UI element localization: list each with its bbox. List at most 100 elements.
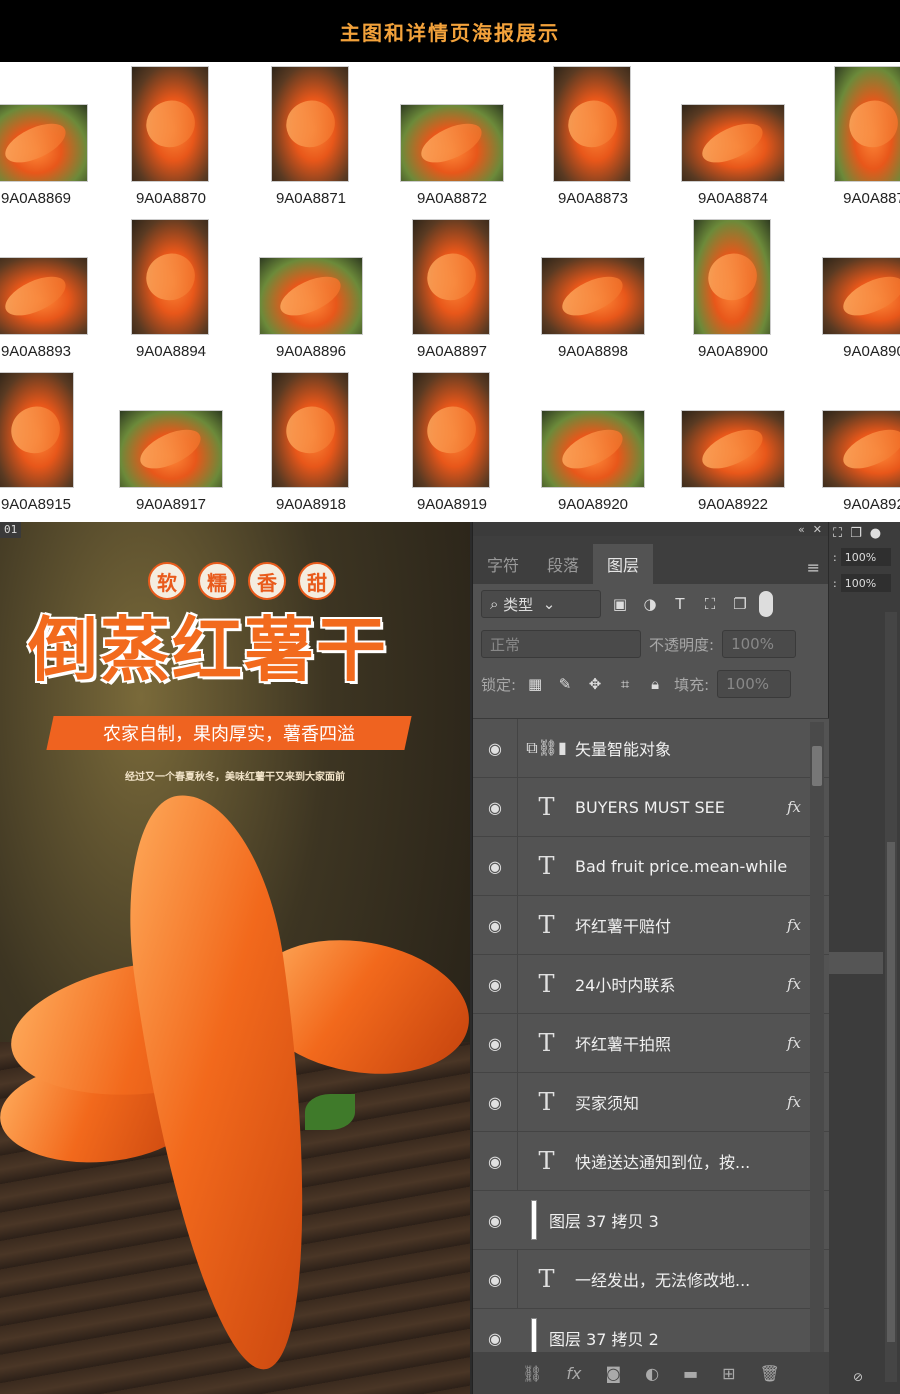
pixel-filter-icon[interactable]: ▣ [609, 593, 631, 615]
layer-row[interactable]: ◉ 图层 37 拷贝 3 [473, 1191, 829, 1250]
layer-effects-icon[interactable]: fx [787, 1034, 809, 1052]
strip-fill-field[interactable]: 100% [840, 574, 891, 592]
collapse-icon[interactable]: « [798, 523, 805, 536]
visibility-eye-icon[interactable]: ◉ [473, 1270, 517, 1289]
lock-all-icon[interactable]: 🔒︎ [644, 673, 666, 695]
thumbnail-item[interactable]: 9A0A8898 [533, 215, 653, 365]
lock-paint-icon[interactable]: ✎ [554, 673, 576, 695]
link-layers-icon[interactable]: ⛓ [522, 1364, 542, 1383]
layer-effects-icon[interactable]: fx [787, 975, 809, 993]
visibility-eye-icon[interactable]: ◉ [473, 1211, 517, 1230]
layer-row[interactable]: ◉ ⧉⛓▮ 矢量智能对象 [473, 719, 829, 778]
visibility-eye-icon[interactable]: ◉ [473, 857, 517, 876]
thumbnail-item[interactable]: 9A0A8920 [533, 368, 653, 518]
lock-artboard-icon[interactable]: ⌗ [614, 673, 636, 695]
visibility-eye-icon[interactable]: ◉ [473, 798, 517, 817]
thumbnail-item[interactable]: 9A0A8900 [673, 215, 793, 365]
layer-row[interactable]: ◉T坏红薯干拍照fx⌄ [473, 1013, 829, 1073]
delete-layer-icon[interactable]: 🗑︎ [760, 1364, 780, 1383]
visibility-eye-icon[interactable]: ◉ [473, 916, 517, 935]
workspace: 01 软 糯 香 甜 倒蒸红薯干 农家自制，果肉厚实，薯香四溢 经过又一个春夏秋… [0, 522, 900, 1394]
layer-row[interactable]: ◉ T 快递送达通知到位，按... [473, 1131, 829, 1191]
layer-effects-icon[interactable]: fx [787, 1093, 809, 1111]
thumbnail-image [119, 410, 223, 488]
layer-row[interactable]: ◉TBUYERS MUST SEEfx⌄ [473, 777, 829, 837]
thumbnail-image [259, 257, 363, 335]
visibility-eye-icon[interactable]: ◉ [473, 1329, 517, 1348]
thumbnail-item[interactable]: 9A0A8894 [111, 215, 231, 365]
new-layer-icon[interactable]: ⊞ [722, 1364, 735, 1383]
lock-transparent-icon[interactable]: ▦ [524, 673, 546, 695]
banner-text: 农家自制，果肉厚实，薯香四溢 [103, 724, 355, 745]
layer-row[interactable]: ◉T24小时内联系fx⌄ [473, 954, 829, 1014]
layer-row[interactable]: ◉T坏红薯干赔付fx⌄ [473, 895, 829, 955]
thumbnail-item[interactable]: 9A0A8871 [251, 62, 371, 212]
thumbnail-item[interactable]: 9A0A8919 [392, 368, 512, 518]
strip-link-icon[interactable]: ⊘ [853, 1370, 863, 1384]
thumbnail-item[interactable]: 9A0A8870 [111, 62, 231, 212]
thumbnail-item[interactable]: 9A0A8915 [0, 368, 96, 518]
thumbnail-item[interactable]: 9A0A890 [814, 215, 900, 365]
smart-object-filter-icon[interactable]: ❐ [729, 593, 751, 615]
visibility-eye-icon[interactable]: ◉ [473, 1034, 517, 1053]
document-tab[interactable]: 01 [0, 522, 22, 538]
layer-effects-icon[interactable]: fx [787, 916, 809, 934]
strip-scrollbar-thumb[interactable] [887, 842, 895, 1342]
shape-filter-icon[interactable]: ⛶ [699, 593, 721, 615]
visibility-eye-icon[interactable]: ◉ [473, 975, 517, 994]
adjustment-layer-icon[interactable]: ◐ [645, 1364, 659, 1383]
layers-panel: « ✕ 字符 段落 图层 ≡ ⌕ 类型 ⌄ ▣ ◑ T ⛶ ❐ 正常 不透明度: 10… [472, 522, 829, 1394]
thumbnail-item[interactable]: 9A0A8896 [251, 215, 371, 365]
layer-row[interactable]: ◉ 图层 37 拷贝 2 [473, 1309, 829, 1352]
filter-kind-select[interactable]: ⌕ 类型 ⌄ [481, 590, 601, 618]
visibility-eye-icon[interactable]: ◉ [473, 1152, 517, 1171]
thumbnail-item[interactable]: 9A0A8874 [673, 62, 793, 212]
layer-row[interactable]: ◉ T Bad fruit price.mean-while [473, 836, 829, 896]
tab-0[interactable]: 字符 [473, 544, 533, 584]
adjustment-filter-icon[interactable]: ◑ [639, 593, 661, 615]
header-title: 主图和详情页海报展示 [340, 20, 560, 45]
panel-menu-icon[interactable]: ≡ [807, 558, 820, 577]
thumbnail-image [681, 104, 785, 182]
lock-label: 锁定: [481, 675, 517, 694]
thumbnail-item[interactable]: 9A0A8873 [533, 62, 653, 212]
blend-mode-select[interactable]: 正常 [481, 630, 641, 658]
thumbnail-item[interactable]: 9A0A887 [814, 62, 900, 212]
type-filter-icon[interactable]: T [669, 593, 691, 615]
new-group-icon[interactable]: ▬ [683, 1364, 698, 1383]
thumbnail-item[interactable]: 9A0A8872 [392, 62, 512, 212]
close-icon[interactable]: ✕ [813, 523, 822, 536]
layer-row[interactable]: ◉T买家须知fx⌄ [473, 1072, 829, 1132]
layers-scrollbar[interactable] [810, 722, 824, 1352]
scrollbar-thumb[interactable] [812, 746, 822, 786]
tab-2[interactable]: 图层 [593, 544, 654, 584]
copy-icon[interactable]: ❐ [850, 526, 862, 541]
tab-1[interactable]: 段落 [533, 544, 593, 584]
lock-position-icon[interactable]: ✥ [584, 673, 606, 695]
add-style-icon[interactable]: fx [566, 1364, 581, 1383]
strip-selected-row[interactable] [829, 952, 883, 974]
opacity-field[interactable]: 100% [722, 630, 797, 658]
visibility-eye-icon[interactable]: ◉ [473, 1093, 517, 1112]
thumbnail-item[interactable]: 9A0A8917 [111, 368, 231, 518]
layer-row[interactable]: ◉ T 一经发出，无法修改地... [473, 1249, 829, 1309]
toggle-icon[interactable]: ● [870, 526, 881, 541]
transform-icon[interactable]: ⛶ [833, 526, 842, 541]
thumbnail-item[interactable]: 9A0A8869 [0, 62, 96, 212]
thumbnail-image [834, 66, 900, 182]
filter-row: ⌕ 类型 ⌄ ▣ ◑ T ⛶ ❐ [473, 584, 828, 624]
thumbnail-item[interactable]: 9A0A892 [814, 368, 900, 518]
thumbnail-image [412, 219, 490, 335]
thumbnail-item[interactable]: 9A0A8893 [0, 215, 96, 365]
add-mask-icon[interactable]: ◙ [606, 1364, 622, 1383]
filter-toggle[interactable] [759, 591, 773, 617]
layer-effects-icon[interactable]: fx [787, 798, 809, 816]
strip-opacity-field[interactable]: 100% [840, 548, 891, 566]
thumbnail-item[interactable]: 9A0A8922 [673, 368, 793, 518]
text-layer-icon: T [517, 1013, 575, 1073]
thumbnail-item[interactable]: 9A0A8897 [392, 215, 512, 365]
visibility-eye-icon[interactable]: ◉ [473, 739, 517, 758]
fill-field[interactable]: 100% [717, 670, 792, 698]
thumbnail-item[interactable]: 9A0A8918 [251, 368, 371, 518]
poster-canvas[interactable]: 01 软 糯 香 甜 倒蒸红薯干 农家自制，果肉厚实，薯香四溢 经过又一个春夏秋… [0, 522, 470, 1394]
